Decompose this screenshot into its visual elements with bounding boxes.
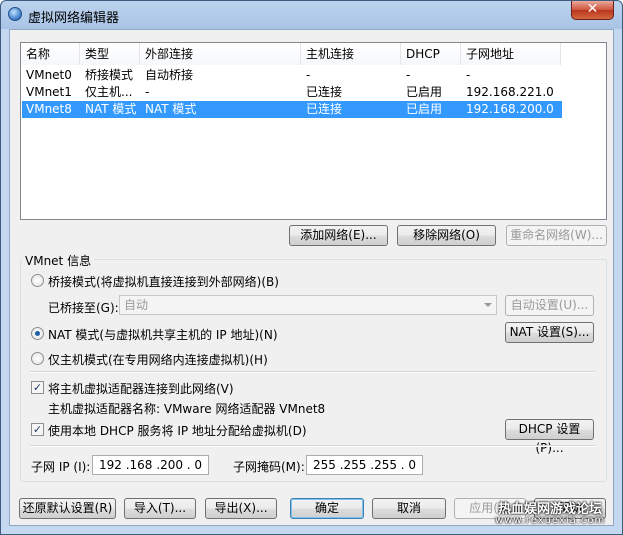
adapter-name-text: 主机虚拟适配器名称: VMware 网络适配器 VMnet8: [48, 402, 326, 416]
column-header-external[interactable]: 外部连接: [140, 43, 301, 65]
cell-external: 自动桥接: [145, 68, 194, 82]
virtual-network-editor-window: 虚拟网络编辑器 ✕ 名称 类型 外部连接 主机连接 DHCP 子网地址 VMne…: [0, 0, 623, 535]
network-row-selected[interactable]: VMnet8 NAT 模式 NAT 模式 已连接 已启用 192.168.200…: [22, 101, 562, 118]
cell-host: 已连接: [306, 85, 343, 99]
column-header-name[interactable]: 名称: [21, 43, 80, 65]
close-button[interactable]: ✕: [571, 1, 614, 20]
bridged-to-value: 自动: [124, 298, 149, 312]
column-header-dhcp[interactable]: DHCP: [401, 43, 461, 65]
restore-defaults-button[interactable]: 还原默认设置(R): [19, 498, 116, 519]
dhcp-settings-button[interactable]: DHCP 设置(P)...: [505, 419, 594, 455]
connect-adapter-label[interactable]: 将主机虚拟适配器连接到此网络(V): [48, 380, 234, 397]
host-only-mode-label[interactable]: 仅主机模式(在专用网络内连接虚拟机)(H): [48, 351, 268, 368]
add-network-button[interactable]: 添加网络(E)...: [289, 225, 388, 246]
cell-type: 桥接模式: [85, 68, 134, 82]
column-header-subnet[interactable]: 子网地址: [461, 43, 561, 65]
cell-name: VMnet1: [26, 85, 72, 99]
window-title: 虚拟网络编辑器: [28, 11, 120, 26]
nat-mode-radio[interactable]: [31, 327, 44, 340]
auto-settings-button[interactable]: 自动设置(U)...: [505, 295, 594, 316]
use-dhcp-checkbox[interactable]: ✓: [31, 423, 44, 436]
divider: [30, 445, 595, 447]
remove-network-button[interactable]: 移除网络(O): [397, 225, 496, 246]
cell-dhcp: 已启用: [406, 85, 443, 99]
cell-subnet: 192.168.200.0: [466, 102, 554, 116]
cell-name: VMnet0: [26, 68, 72, 82]
import-button[interactable]: 导入(T)...: [124, 498, 196, 519]
bridged-to-select[interactable]: 自动: [119, 295, 497, 315]
globe-icon: [8, 7, 22, 21]
divider: [30, 371, 595, 373]
rename-network-button[interactable]: 重命名网络(W)...: [506, 225, 607, 246]
cell-external: -: [145, 85, 150, 99]
network-row[interactable]: VMnet0 桥接模式 自动桥接 - - -: [22, 67, 562, 84]
cell-host: -: [306, 68, 311, 82]
title-bar[interactable]: 虚拟网络编辑器 ✕: [1, 1, 622, 29]
cell-name: VMnet8: [26, 102, 72, 116]
nat-mode-label[interactable]: NAT 模式(与虚拟机共享主机的 IP 地址)(N): [48, 326, 278, 343]
use-dhcp-label[interactable]: 使用本地 DHCP 服务将 IP 地址分配给虚拟机(D): [48, 422, 307, 439]
connect-adapter-checkbox[interactable]: ✓: [31, 381, 44, 394]
cancel-button[interactable]: 取消: [372, 498, 446, 519]
cell-subnet: -: [466, 68, 471, 82]
cell-dhcp: -: [406, 68, 411, 82]
network-row[interactable]: VMnet1 仅主机... - 已连接 已启用 192.168.221.0: [22, 84, 562, 101]
bridged-to-label: 已桥接至(G):: [48, 301, 119, 315]
watermark-url: www.rexuexia.com: [495, 515, 606, 526]
chevron-down-icon: [484, 303, 492, 307]
cell-subnet: 192.168.221.0: [466, 85, 554, 99]
column-header-host[interactable]: 主机连接: [301, 43, 401, 65]
subnet-ip-label: 子网 IP (I):: [31, 460, 91, 474]
vmnet-info-title: VMnet 信息: [22, 252, 95, 269]
subnet-mask-field[interactable]: 255 .255 .255 . 0: [306, 455, 423, 475]
radio-selected-dot: [35, 331, 40, 336]
export-button[interactable]: 导出(X)...: [205, 498, 277, 519]
subnet-mask-label: 子网掩码(M):: [233, 460, 305, 474]
cell-type: NAT 模式: [85, 102, 137, 116]
cell-type: 仅主机...: [85, 85, 133, 99]
nat-settings-button[interactable]: NAT 设置(S)...: [505, 322, 594, 343]
network-list[interactable]: 名称 类型 外部连接 主机连接 DHCP 子网地址 VMnet0 桥接模式 自动…: [20, 42, 607, 220]
column-header-type[interactable]: 类型: [80, 43, 140, 65]
dialog-body: 名称 类型 外部连接 主机连接 DHCP 子网地址 VMnet0 桥接模式 自动…: [9, 29, 614, 526]
cell-host: 已连接: [306, 102, 343, 116]
cell-dhcp: 已启用: [406, 102, 443, 116]
host-only-mode-radio[interactable]: [31, 352, 44, 365]
bridged-mode-label[interactable]: 桥接模式(将虚拟机直接连接到外部网络)(B): [48, 273, 279, 290]
subnet-ip-field[interactable]: 192 .168 .200 . 0: [92, 455, 209, 475]
cell-external: NAT 模式: [145, 102, 197, 116]
ok-button[interactable]: 确定: [290, 498, 364, 519]
bridged-mode-radio[interactable]: [31, 274, 44, 287]
